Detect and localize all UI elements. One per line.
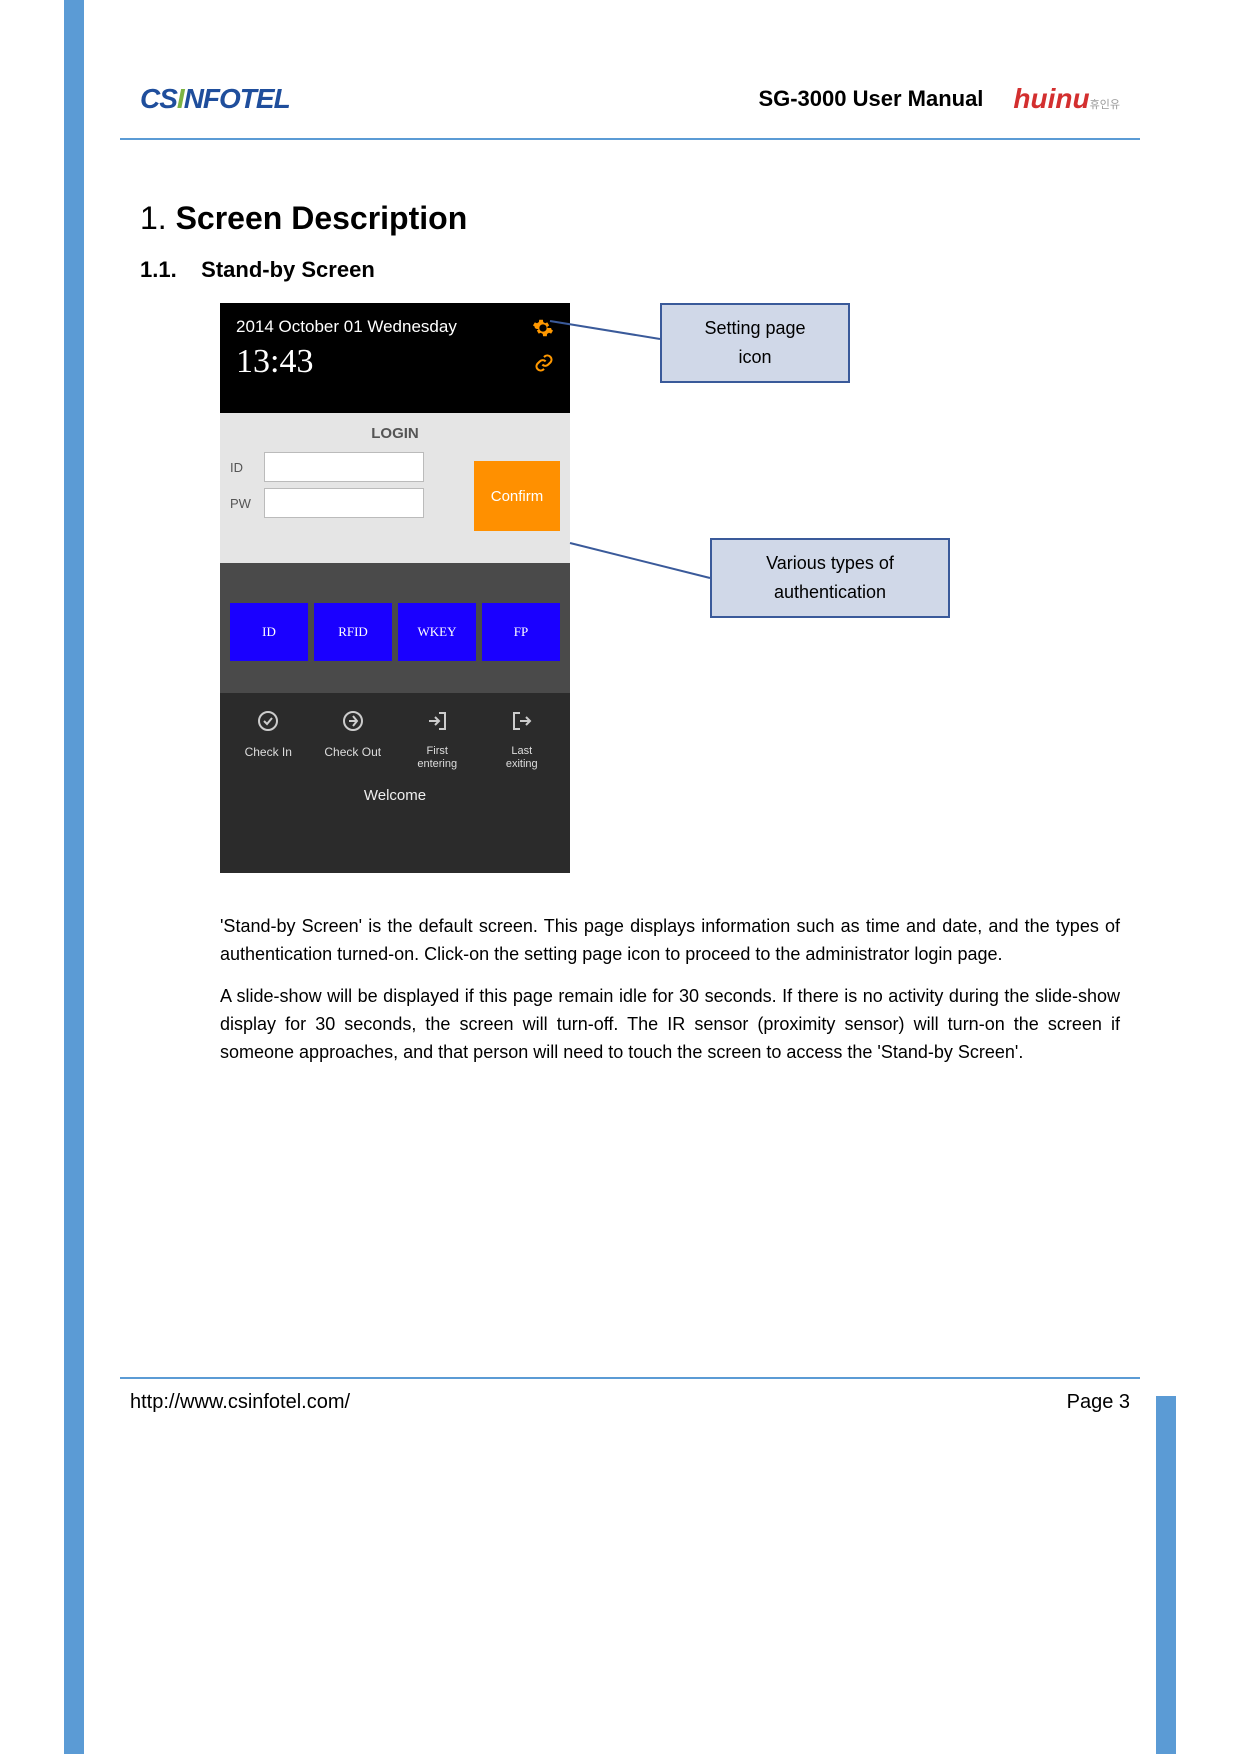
footer-page: Page 3 (1067, 1391, 1130, 1414)
device-time: 13:43 (236, 343, 554, 381)
leader-line-1 (550, 321, 670, 341)
logo-huinu-text: huinu (1013, 83, 1089, 114)
checkin-item[interactable]: Check In (226, 709, 311, 771)
welcome-text: Welcome (226, 787, 564, 804)
logo-part-nfotel: NFOTEL (184, 83, 290, 114)
checkout-icon (311, 709, 396, 739)
checkout-label: Check Out (311, 745, 396, 759)
auth-tab-id[interactable]: ID (230, 603, 308, 661)
content-area: 1. Screen Description 1.1. Stand-by Scre… (140, 200, 1120, 1080)
section-heading: 1. Screen Description (140, 200, 1120, 237)
bottom-row: Check In Check Out First entering (226, 709, 564, 771)
device-bottom-bar: Check In Check Out First entering (220, 693, 570, 873)
auth-tabs: ID RFID WKEY FP (220, 563, 570, 693)
confirm-button[interactable]: Confirm (474, 461, 560, 531)
paragraph-2: A slide-show will be displayed if this p… (220, 983, 1120, 1067)
section-number: 1. (140, 200, 167, 236)
left-border-bar (64, 0, 84, 1754)
last-label: Last (480, 745, 565, 758)
page-label: Page (1067, 1391, 1119, 1413)
login-panel: LOGIN ID PW Confirm (220, 413, 570, 563)
enter-icon (395, 709, 480, 739)
checkin-label: Check In (226, 745, 311, 759)
pw-label: PW (230, 496, 264, 511)
page-header: CSINFOTEL SG-3000 User Manual huinu휴인유 (120, 70, 1140, 140)
logo-part-cs: CS (140, 83, 177, 114)
callout-2-line-2: authentication (766, 578, 894, 607)
callout-setting-icon: Setting page icon (660, 303, 850, 383)
page-footer: http://www.csinfotel.com/ Page 3 (120, 1377, 1140, 1414)
page-number: 3 (1119, 1391, 1130, 1413)
exit-icon (480, 709, 565, 739)
figure-area: 2014 October 01 Wednesday 13:43 LOGIN ID… (140, 303, 1120, 893)
callout-auth-types: Various types of authentication (710, 538, 950, 618)
auth-tab-wkey[interactable]: WKEY (398, 603, 476, 661)
entering-label: entering (395, 758, 480, 771)
callout-1-line-1: Setting page (704, 314, 805, 343)
body-text: 'Stand-by Screen' is the default screen.… (140, 913, 1120, 1066)
logo-csinfotel: CSINFOTEL (140, 83, 290, 115)
auth-tab-rfid[interactable]: RFID (314, 603, 392, 661)
device-date: 2014 October 01 Wednesday (236, 317, 554, 337)
paragraph-1: 'Stand-by Screen' is the default screen.… (220, 913, 1120, 969)
pw-input[interactable] (264, 488, 424, 518)
login-title: LOGIN (230, 425, 560, 442)
device-status-bar: 2014 October 01 Wednesday 13:43 (220, 303, 570, 413)
section-title: Screen Description (176, 200, 468, 236)
leader-line-2 (570, 543, 720, 603)
callout-2-line-1: Various types of (766, 549, 894, 578)
logo-huinu-sub: 휴인유 (1090, 99, 1120, 111)
checkin-icon (226, 709, 311, 739)
id-label: ID (230, 460, 264, 475)
auth-tab-fp[interactable]: FP (482, 603, 560, 661)
callout-1-line-2: icon (704, 343, 805, 372)
first-label: First (395, 745, 480, 758)
manual-title: SG-3000 User Manual (758, 86, 983, 112)
checkout-item[interactable]: Check Out (311, 709, 396, 771)
subsection-number: 1.1. (140, 257, 177, 282)
subsection-title: Stand-by Screen (201, 257, 375, 282)
id-input[interactable] (264, 452, 424, 482)
link-icon[interactable] (534, 353, 554, 379)
footer-url: http://www.csinfotel.com/ (130, 1391, 350, 1414)
first-entering-item[interactable]: First entering (395, 709, 480, 771)
logo-part-i: I (177, 83, 184, 114)
right-border-bar (1156, 1396, 1176, 1754)
logo-huinu: huinu휴인유 (1013, 83, 1120, 115)
device-screenshot: 2014 October 01 Wednesday 13:43 LOGIN ID… (220, 303, 570, 873)
exiting-label: exiting (480, 758, 565, 771)
last-exiting-item[interactable]: Last exiting (480, 709, 565, 771)
subsection-heading: 1.1. Stand-by Screen (140, 257, 1120, 283)
